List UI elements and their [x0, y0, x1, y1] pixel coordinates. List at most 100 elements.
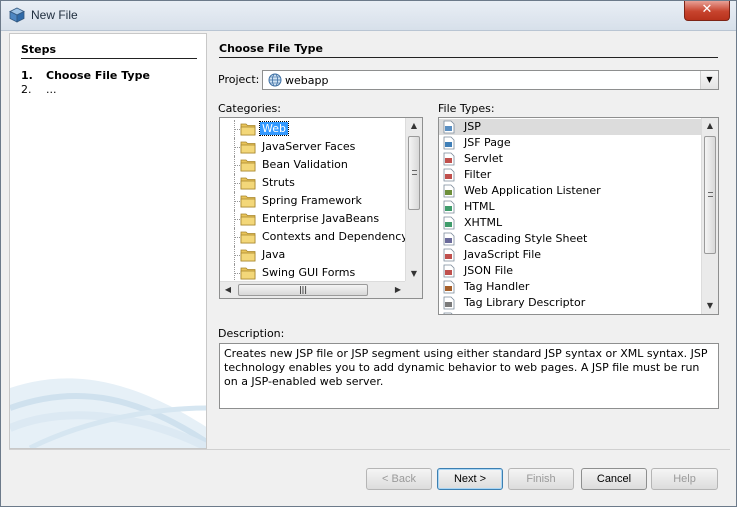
scroll-up-icon[interactable]: ▲: [702, 118, 718, 134]
scroll-down-icon[interactable]: ▼: [406, 266, 422, 282]
categories-vscrollbar[interactable]: ▲ ▼: [405, 118, 422, 282]
folder-icon: [240, 267, 256, 280]
category-item[interactable]: Bean Validation: [220, 156, 406, 174]
file-type-item[interactable]: Tag File: [439, 311, 701, 314]
tag-handler-icon: [443, 280, 455, 294]
file-type-item[interactable]: Tag Library Descriptor: [439, 295, 701, 311]
close-button[interactable]: ✕: [684, 1, 730, 21]
page-title: Choose File Type: [219, 42, 323, 55]
file-type-item[interactable]: Tag Handler: [439, 279, 701, 295]
step-number: 2.: [21, 83, 32, 96]
scrollbar-thumb[interactable]: [408, 136, 420, 210]
category-item[interactable]: Enterprise JavaBeans: [220, 210, 406, 228]
folder-icon: [240, 249, 256, 262]
file-type-label: Servlet: [464, 152, 503, 165]
button-bar: < Back Next > Finish Cancel Help: [9, 449, 730, 500]
file-type-label: JSF Page: [464, 136, 511, 149]
category-item[interactable]: Contexts and Dependency Inje: [220, 228, 422, 246]
filter-icon: [443, 168, 455, 182]
html-icon: [443, 200, 455, 214]
folder-icon: [240, 213, 256, 226]
decorative-swoosh: [10, 378, 206, 448]
json-icon: [443, 264, 455, 278]
file-type-label: XHTML: [464, 216, 503, 229]
xhtml-icon: [443, 216, 455, 230]
file-type-item[interactable]: JSP: [439, 119, 701, 135]
file-type-label: JSON File: [464, 264, 514, 277]
scrollbar-thumb[interactable]: [704, 136, 716, 254]
cancel-button[interactable]: Cancel: [581, 468, 647, 490]
file-type-item[interactable]: HTML: [439, 199, 701, 215]
servlet-icon: [443, 152, 455, 166]
file-types-label: File Types:: [438, 102, 495, 115]
scroll-left-icon[interactable]: ◀: [220, 282, 236, 298]
content-panel: Choose File Type Project: webapp ▼ Categ…: [207, 33, 730, 449]
next-button[interactable]: Next >: [437, 468, 503, 490]
file-type-item[interactable]: Cascading Style Sheet: [439, 231, 701, 247]
folder-icon: [240, 141, 256, 154]
file-type-label: Filter: [464, 168, 492, 181]
scroll-right-icon[interactable]: ▶: [390, 282, 406, 298]
steps-panel: Steps 1. Choose File Type 2....: [9, 33, 207, 449]
folder-icon: [240, 177, 256, 190]
file-types-vscrollbar[interactable]: ▲ ▼: [701, 118, 718, 314]
close-icon: ✕: [701, 2, 713, 17]
category-item[interactable]: Web: [220, 120, 406, 138]
netbeans-cube-icon: [9, 7, 25, 23]
file-type-label: Web Application Listener: [464, 184, 601, 197]
category-item[interactable]: JavaServer Faces: [220, 138, 406, 156]
finish-button[interactable]: Finish: [508, 468, 574, 490]
category-item[interactable]: Swing GUI Forms: [220, 264, 406, 282]
category-label: Bean Validation: [262, 158, 348, 171]
category-label: Contexts and Dependency Inje: [262, 230, 423, 243]
scrollbar-corner: [405, 281, 422, 298]
steps-divider: [21, 58, 197, 59]
listener-icon: [443, 184, 455, 198]
tld-icon: [443, 296, 455, 310]
file-type-label: Tag File: [464, 312, 505, 314]
scrollbar-thumb[interactable]: |||: [238, 284, 368, 296]
category-item[interactable]: Struts: [220, 174, 406, 192]
step-number: 1.: [21, 69, 33, 82]
categories-hscrollbar[interactable]: ◀ ||| ▶: [220, 281, 406, 298]
file-type-item[interactable]: Web Application Listener: [439, 183, 701, 199]
category-item[interactable]: Spring Framework: [220, 192, 406, 210]
scroll-up-icon[interactable]: ▲: [406, 118, 422, 134]
project-combobox[interactable]: webapp ▼: [262, 70, 719, 90]
title-divider: [219, 57, 718, 58]
jsf-icon: [443, 136, 455, 150]
categories-tree[interactable]: Web JavaServer Faces Bean Validation Struts…: [219, 117, 423, 299]
folder-icon: [240, 159, 256, 172]
file-type-item[interactable]: JSF Page: [439, 135, 701, 151]
category-label: Struts: [262, 176, 295, 189]
javascript-icon: [443, 248, 455, 262]
file-type-item[interactable]: JSON File: [439, 263, 701, 279]
file-type-item[interactable]: JavaScript File: [439, 247, 701, 263]
file-type-item[interactable]: XHTML: [439, 215, 701, 231]
project-value: webapp: [285, 74, 329, 87]
step-item-2: 2....: [21, 83, 57, 96]
back-button[interactable]: < Back: [366, 468, 432, 490]
steps-heading: Steps: [21, 43, 57, 56]
category-label: JavaServer Faces: [262, 140, 356, 153]
file-type-item[interactable]: Filter: [439, 167, 701, 183]
help-button[interactable]: Help: [651, 468, 718, 490]
file-type-label: JSP: [464, 120, 481, 133]
new-file-dialog: New File ✕ Steps 1. Choose File Type 2...…: [0, 0, 737, 507]
category-item[interactable]: Java: [220, 246, 406, 264]
category-label: Swing GUI Forms: [262, 266, 356, 279]
file-types-list[interactable]: JSP JSF Page Servlet Filter Web Application …: [438, 117, 719, 315]
css-icon: [443, 232, 455, 246]
categories-label: Categories:: [218, 102, 281, 115]
chevron-down-icon[interactable]: ▼: [700, 71, 718, 89]
category-label: Web: [259, 121, 289, 136]
category-label: Enterprise JavaBeans: [262, 212, 380, 225]
step-label: ...: [46, 83, 57, 96]
scroll-down-icon[interactable]: ▼: [702, 298, 718, 314]
file-type-item[interactable]: Servlet: [439, 151, 701, 167]
category-label: Java: [262, 248, 286, 261]
title-bar[interactable]: New File ✕: [1, 1, 736, 31]
folder-icon: [240, 123, 256, 136]
file-type-label: Cascading Style Sheet: [464, 232, 588, 245]
category-label: Spring Framework: [262, 194, 362, 207]
